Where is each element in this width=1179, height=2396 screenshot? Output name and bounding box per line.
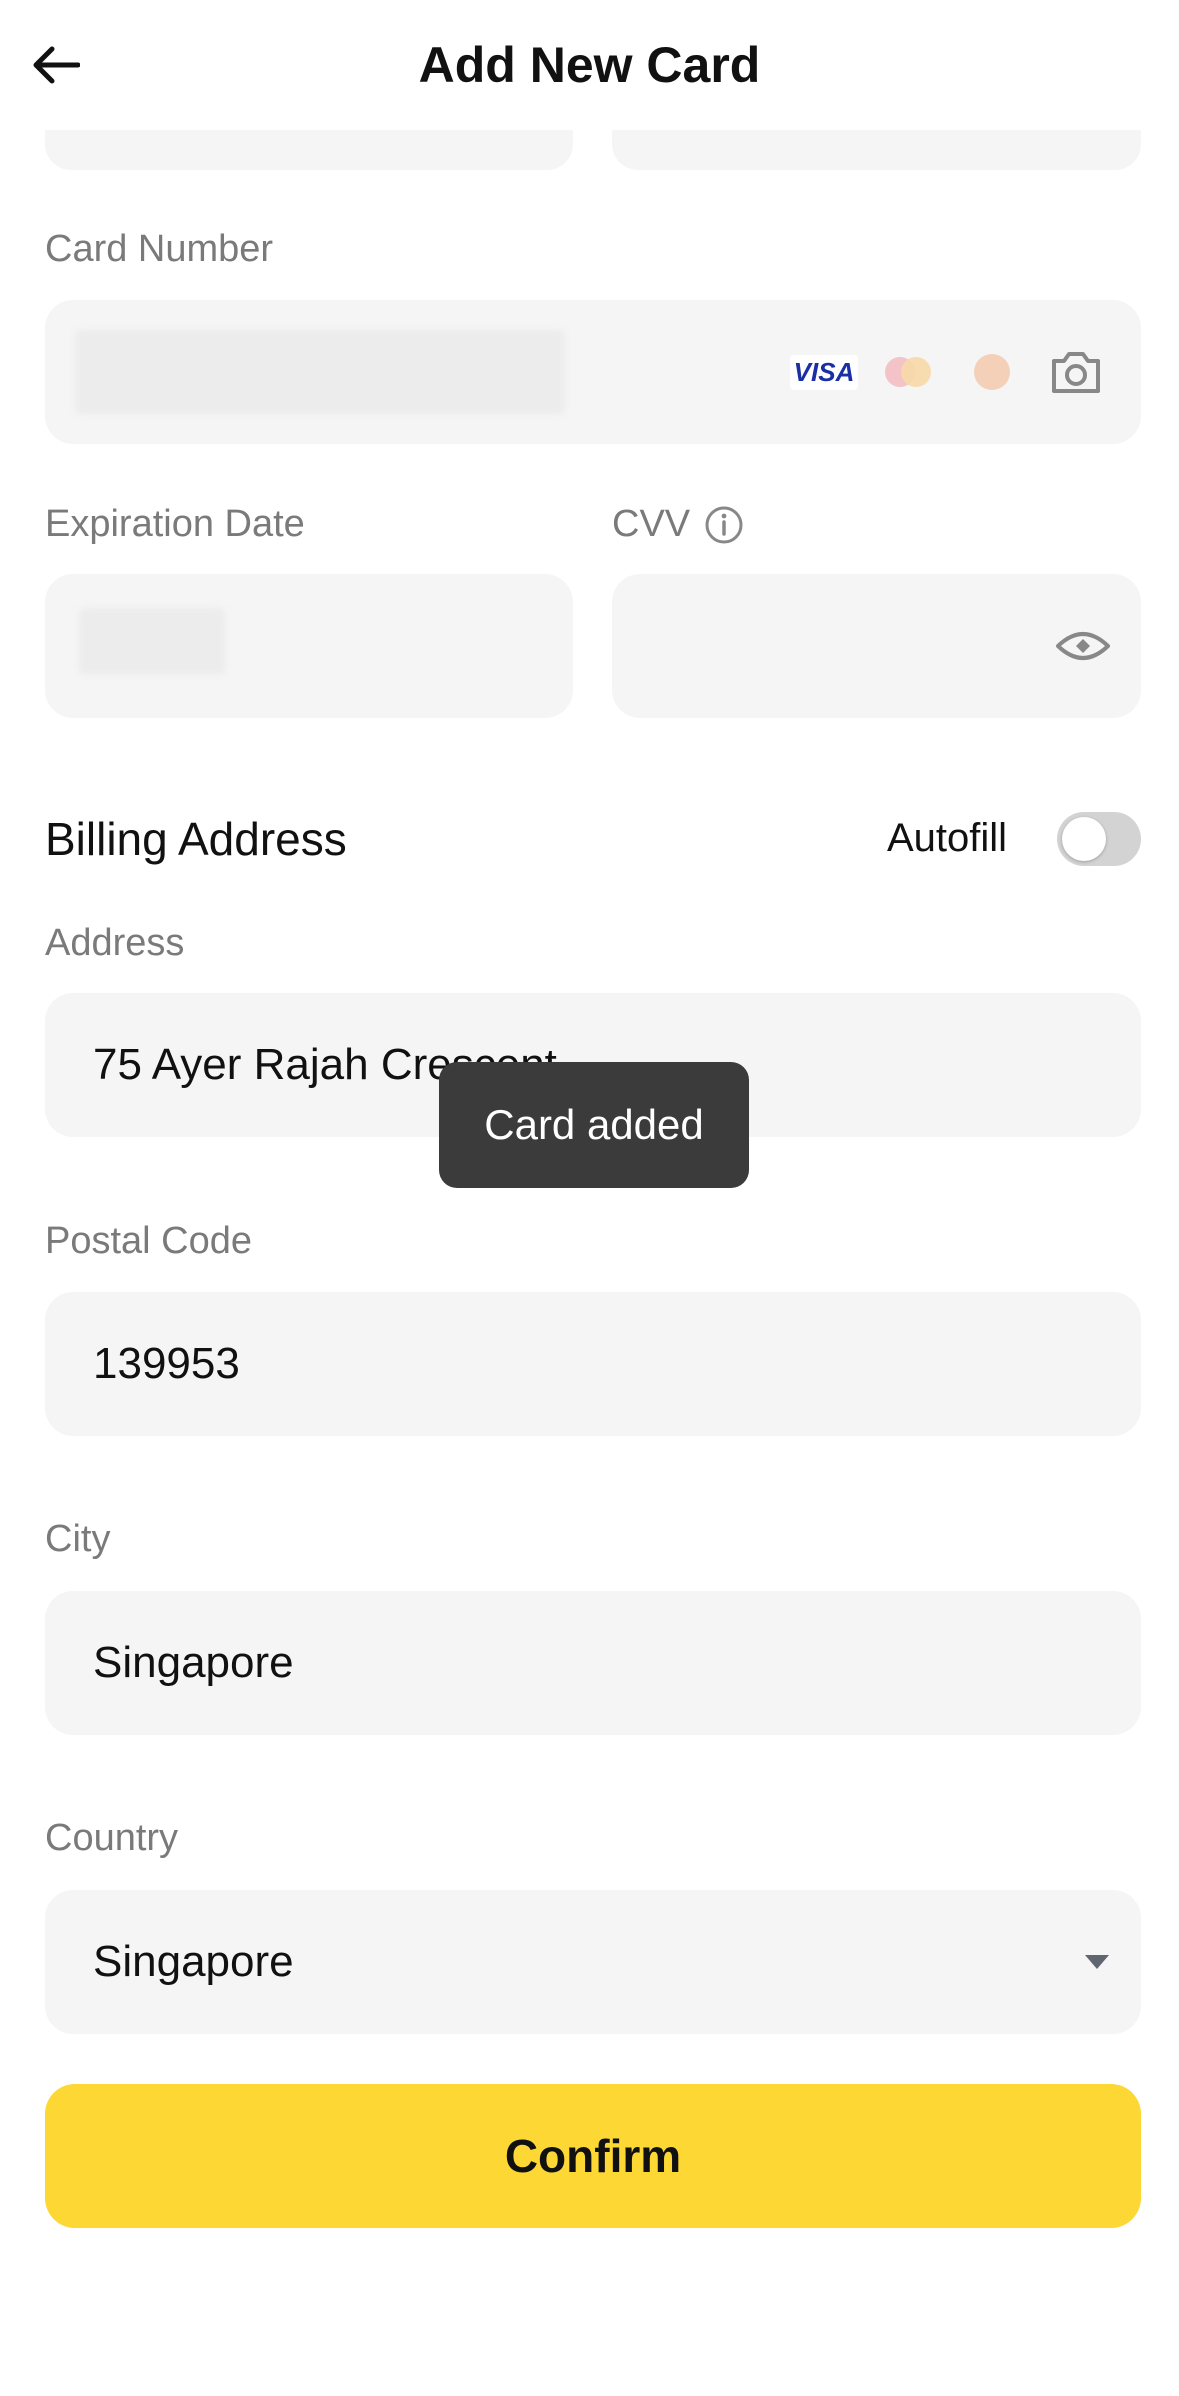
expiration-label: Expiration Date xyxy=(45,503,305,545)
cvv-visibility-toggle[interactable] xyxy=(1055,574,1111,718)
confirm-button[interactable]: Confirm xyxy=(45,2084,1141,2228)
visa-icon: VISA xyxy=(789,352,859,392)
postal-code-input[interactable]: 139953 xyxy=(45,1292,1141,1436)
info-icon[interactable] xyxy=(704,505,744,545)
add-card-screen: Add New Card Card Number VISA Expiration… xyxy=(0,0,1179,2396)
card-brand-icon xyxy=(963,352,1021,392)
country-select[interactable]: Singapore xyxy=(45,1890,1141,2034)
card-number-input[interactable]: VISA xyxy=(45,300,1141,444)
address-label: Address xyxy=(45,922,185,964)
dropdown-arrow xyxy=(1083,1890,1111,2034)
country-label: Country xyxy=(45,1817,179,1859)
autofill-label: Autofill xyxy=(886,816,1007,860)
cvv-label-row: CVV xyxy=(612,503,744,546)
mastercard-icon xyxy=(879,352,937,392)
card-brand-icons: VISA xyxy=(789,300,1105,444)
camera-icon[interactable] xyxy=(1047,352,1105,393)
toast-card-added: Card added xyxy=(439,1062,749,1188)
country-value: Singapore xyxy=(93,1937,294,1986)
header: Add New Card xyxy=(0,0,1179,130)
card-number-masked xyxy=(75,330,565,414)
page-title: Add New Card xyxy=(418,37,761,93)
eye-icon xyxy=(1056,632,1110,660)
postal-code-label: Postal Code xyxy=(45,1220,253,1262)
autofill-toggle[interactable] xyxy=(1057,812,1141,866)
city-label: City xyxy=(45,1518,111,1560)
postal-code-value: 139953 xyxy=(93,1339,240,1388)
city-input[interactable]: Singapore xyxy=(45,1591,1141,1735)
toggle-knob xyxy=(1062,817,1106,861)
expiration-date-input[interactable] xyxy=(45,574,573,718)
caret-down-icon xyxy=(1085,1955,1109,1969)
city-value: Singapore xyxy=(93,1638,294,1687)
cvv-label: CVV xyxy=(612,503,691,545)
cvv-input[interactable] xyxy=(612,574,1141,718)
billing-address-title: Billing Address xyxy=(45,813,347,865)
card-number-label: Card Number xyxy=(45,228,274,270)
expiration-masked xyxy=(79,608,225,674)
